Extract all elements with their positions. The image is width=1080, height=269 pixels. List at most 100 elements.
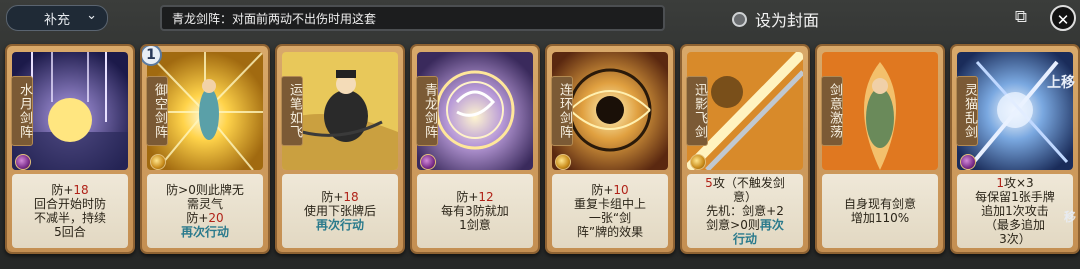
copy-icon[interactable]: ⧉: [1010, 6, 1032, 28]
card-title: 连环剑阵: [551, 76, 573, 146]
card-description-line: 自身现有剑意: [822, 197, 938, 211]
card-text: 防+: [51, 183, 74, 197]
card[interactable]: 剑意激荡自身现有剑意 增加110%: [815, 44, 945, 254]
card-description-line: 先机：剑意+2: [687, 204, 803, 218]
card-text: 1剑意: [459, 218, 491, 232]
card-description: 防>0则此牌无 需灵气 防+20 再次行动: [147, 174, 263, 248]
card-title: 迅影飞剑: [686, 76, 708, 146]
card-text: 防+: [186, 211, 209, 225]
card-description-line: 使用下张牌后: [282, 204, 398, 218]
card-description-line: 5回合: [12, 225, 128, 239]
card-description: 自身现有剑意 增加110%: [822, 174, 938, 248]
card[interactable]: 水月剑阵 防+18 回合开始时防 不减半，持续 5回合: [5, 44, 135, 254]
card[interactable]: 青龙剑阵防+12 每有3防就加 1剑意: [410, 44, 540, 254]
card[interactable]: 运笔如飞防+18 使用下张牌后 再次行动: [275, 44, 405, 254]
card-description: 防+10 重复卡组中上 一张“剑 阵”牌的效果: [552, 174, 668, 248]
card-keyword: 再次行动: [180, 225, 229, 239]
card-description: 防+18 回合开始时防 不减半，持续 5回合: [12, 174, 128, 248]
top-bar: 补充 ⌄ 青龙剑阵：对面前两动不出伤时用这套 设为封面 ⧉ ✕: [0, 0, 1080, 38]
card-text: 需灵气: [186, 197, 223, 211]
card-gem-icon: [690, 154, 706, 170]
card-title: 运笔如飞: [281, 76, 303, 146]
card-description-line: 防+12: [417, 190, 533, 204]
card-text: 攻（不触发剑: [712, 176, 785, 190]
card-description-line: 意）: [687, 190, 803, 204]
chevron-down-icon: ⌄: [86, 8, 97, 23]
card-text: 先机：剑意+2: [706, 204, 784, 218]
card-keyword: 再次行动: [315, 218, 364, 232]
card-number: 12: [478, 190, 494, 204]
card-description-line: 5攻（不触发剑: [687, 176, 803, 190]
card-number: 18: [73, 183, 89, 197]
card-text: 剑意>0则: [706, 218, 760, 232]
card[interactable]: 灵猫乱剑 上移 1攻×3 每保留1张手牌 追加1次攻击 （最多追加 3次）移: [950, 44, 1080, 254]
card-title: 御空剑阵: [146, 76, 168, 146]
card-text: 防>0则此牌无: [166, 183, 244, 197]
card-title: 青龙剑阵: [416, 76, 438, 146]
card[interactable]: 迅影飞剑 5攻（不触发剑 意） 先机：剑意+2 剑意>0则再次 行动: [680, 44, 810, 254]
card-title: 灵猫乱剑: [956, 76, 978, 146]
card-description-line: 一张“剑: [552, 211, 668, 225]
card-description-line: 增加110%: [822, 211, 938, 225]
move-label[interactable]: 移: [1064, 208, 1076, 225]
card-description-line: 防+20: [147, 211, 263, 225]
card-description: 1攻×3 每保留1张手牌 追加1次攻击 （最多追加 3次）: [957, 174, 1073, 248]
card-text: 防+: [456, 190, 479, 204]
card[interactable]: 连环剑阵防+10 重复卡组中上 一张“剑 阵”牌的效果: [545, 44, 675, 254]
card-text: 5回合: [54, 225, 86, 239]
card-description-line: 3次）: [957, 232, 1073, 246]
card-description-line: 防+18: [12, 183, 128, 197]
card-description-line: 回合开始时防: [12, 197, 128, 211]
card-text: 回合开始时防: [33, 197, 106, 211]
card-text: 重复卡组中上: [573, 197, 646, 211]
card-description-line: 需灵气: [147, 197, 263, 211]
set-cover-toggle[interactable]: 设为封面: [732, 7, 819, 31]
card-number: 1: [996, 176, 1004, 190]
card-gem-icon: [15, 154, 31, 170]
card-text: 防+: [321, 190, 344, 204]
card-description-line: 阵”牌的效果: [552, 225, 668, 239]
card-description-line: 行动: [687, 232, 803, 246]
card-text: 每有3防就加: [441, 204, 509, 218]
card-text: （最多追加: [984, 218, 1045, 232]
card-description-line: 1攻×3: [957, 176, 1073, 190]
card-description-line: 每保留1张手牌: [957, 190, 1073, 204]
card-description-line: 防+10: [552, 183, 668, 197]
card-number: 10: [613, 183, 629, 197]
card-text: 防+: [591, 183, 614, 197]
set-cover-label: 设为封面: [755, 11, 820, 30]
card-description-line: （最多追加: [957, 218, 1073, 232]
card-number: 18: [343, 190, 359, 204]
card-gem-icon: [420, 154, 436, 170]
card-text: 意）: [732, 190, 757, 204]
radio-icon[interactable]: [732, 11, 747, 27]
card-keyword: 行动: [732, 232, 757, 246]
card-number: 20: [208, 211, 224, 225]
card-description-line: 1剑意: [417, 218, 533, 232]
card-title: 剑意激荡: [821, 76, 843, 146]
close-icon[interactable]: ✕: [1050, 5, 1076, 31]
card-gem-icon: [555, 154, 571, 170]
card-text: 每保留1张手牌: [975, 190, 1055, 204]
card-text: 3次）: [999, 232, 1031, 246]
card-description-line: 不减半，持续: [12, 211, 128, 225]
card-text: 攻×3: [1003, 176, 1034, 190]
card-description: 5攻（不触发剑 意） 先机：剑意+2 剑意>0则再次 行动: [687, 174, 803, 248]
deck-name-field[interactable]: 青龙剑阵：对面前两动不出伤时用这套: [160, 5, 665, 31]
card-description-line: 追加1次攻击: [957, 204, 1073, 218]
card-text: 自身现有剑意: [843, 197, 916, 211]
category-dropdown[interactable]: 补充 ⌄: [6, 5, 108, 31]
card-description-line: 剑意>0则再次: [687, 218, 803, 232]
card-number: 5: [705, 176, 713, 190]
card[interactable]: 御空剑阵 1 防>0则此牌无 需灵气 防+20 再次行动: [140, 44, 270, 254]
card-description-line: 防+18: [282, 190, 398, 204]
card-description-line: 重复卡组中上: [552, 197, 668, 211]
card-description: 防+18 使用下张牌后 再次行动: [282, 174, 398, 248]
move-up-label[interactable]: 上移: [1047, 72, 1075, 92]
card-description-line: 防>0则此牌无: [147, 183, 263, 197]
card-cost-badge: 1: [142, 46, 162, 66]
card-text: 追加1次攻击: [981, 204, 1049, 218]
card-description: 防+12 每有3防就加 1剑意: [417, 174, 533, 248]
card-text: 阵”牌的效果: [576, 225, 644, 239]
card-description-line: 再次行动: [147, 225, 263, 239]
